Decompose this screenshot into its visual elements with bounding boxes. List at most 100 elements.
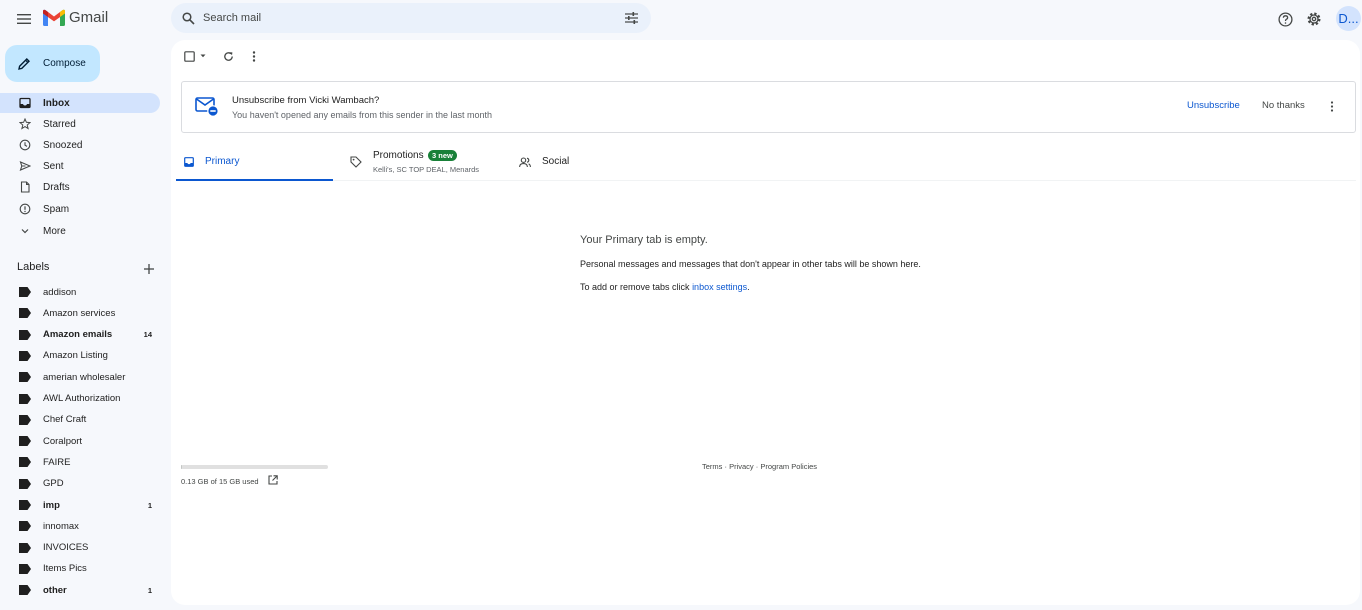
label-item[interactable]: INVOICES — [0, 539, 160, 557]
sidebar-item-label: Snoozed — [43, 139, 83, 151]
sidebar-item-inbox[interactable]: Inbox — [0, 93, 160, 113]
sidebar-item-starred[interactable]: Starred — [0, 114, 160, 134]
label-tag-icon — [19, 457, 31, 468]
sidebar-item-label: More — [43, 225, 66, 237]
main-panel: Unsubscribe from Vicki Wambach? You have… — [171, 40, 1360, 605]
inbox-settings-link[interactable]: inbox settings — [692, 282, 747, 292]
hint-prefix: To add or remove tabs click — [580, 282, 693, 292]
banner-title: Unsubscribe from Vicki Wambach? — [232, 95, 380, 106]
label-name: GPD — [43, 478, 64, 490]
account-avatar[interactable]: D... — [1336, 6, 1361, 31]
open-in-new-icon[interactable] — [267, 474, 278, 485]
label-item[interactable]: imp 1 — [0, 496, 160, 514]
more-options-icon[interactable] — [246, 48, 262, 64]
main-menu-icon[interactable] — [12, 7, 36, 31]
compose-button[interactable]: Compose — [5, 45, 100, 82]
storage-usage-fill — [181, 465, 183, 469]
label-name: Chef Craft — [43, 414, 87, 426]
add-label-icon[interactable] — [142, 262, 156, 276]
label-item[interactable]: AWL Authorization — [0, 390, 160, 408]
empty-state-hint: To add or remove tabs click inbox settin… — [580, 282, 750, 292]
help-icon[interactable] — [1273, 7, 1297, 31]
privacy-link[interactable]: Privacy — [729, 462, 754, 471]
tab-label: Social — [542, 156, 570, 167]
tab-social[interactable]: Social — [514, 143, 634, 181]
empty-state-message: Personal messages and messages that don'… — [580, 259, 921, 269]
label-tag-icon — [19, 542, 31, 553]
search-bar — [171, 3, 651, 33]
sidebar-item-label: Starred — [43, 118, 76, 130]
label-name: Coralport — [43, 435, 83, 447]
label-item[interactable]: Amazon Listing — [0, 347, 160, 365]
program-policies-link[interactable]: Program Policies — [760, 462, 817, 471]
search-options-icon[interactable] — [617, 4, 645, 32]
compose-label: Compose — [43, 58, 86, 69]
label-item[interactable]: other 1 — [0, 581, 160, 599]
label-tag-icon — [19, 521, 31, 532]
settings-gear-icon[interactable] — [1302, 7, 1326, 31]
pencil-icon — [18, 57, 30, 70]
label-item[interactable]: Amazon emails 14 — [0, 326, 160, 344]
label-item[interactable]: addison — [0, 283, 160, 301]
label-name: amerian wholesaler — [43, 371, 126, 383]
banner-subtitle: You haven't opened any emails from this … — [232, 110, 493, 120]
banner-more-icon[interactable] — [1325, 98, 1339, 114]
tag-icon — [350, 156, 362, 168]
select-checkbox[interactable] — [184, 49, 208, 63]
gmail-logo[interactable]: Gmail — [43, 9, 108, 26]
tab-label: Promotions — [373, 150, 424, 161]
sidebar-item-drafts[interactable]: Drafts — [0, 177, 160, 197]
label-item[interactable]: amerian wholesaler — [0, 368, 160, 386]
sidebar-item-more[interactable]: More — [0, 221, 160, 241]
label-tag-icon — [19, 393, 31, 404]
label-name: other — [43, 584, 67, 596]
clock-icon — [19, 139, 31, 151]
label-unread-count: 1 — [147, 500, 152, 510]
tab-label: Primary — [205, 156, 240, 167]
unsubscribe-banner: Unsubscribe from Vicki Wambach? You have… — [181, 81, 1356, 133]
label-name: innomax — [43, 520, 79, 532]
label-item[interactable]: innomax — [0, 517, 160, 535]
sidebar-item-label: Inbox — [43, 97, 70, 109]
draft-icon — [20, 181, 30, 193]
sidebar-item-label: Sent — [43, 160, 64, 172]
star-icon — [19, 118, 31, 130]
sidebar-item-sent[interactable]: Sent — [0, 156, 160, 176]
label-name: INVOICES — [43, 542, 89, 554]
label-tag-icon — [19, 436, 31, 447]
footer-links: Terms · Privacy · Program Policies — [702, 462, 817, 471]
label-item[interactable]: Chef Craft — [0, 411, 160, 429]
label-item[interactable]: FAIRE — [0, 453, 160, 471]
chevron-down-icon — [21, 229, 29, 234]
labels-header: Labels — [17, 261, 50, 273]
label-item[interactable]: Coralport — [0, 432, 160, 450]
label-tag-icon — [19, 500, 31, 510]
label-name: Items Pics — [43, 563, 87, 575]
terms-link[interactable]: Terms — [702, 462, 722, 471]
label-item[interactable]: GPD — [0, 475, 160, 493]
label-name: imp — [43, 499, 60, 511]
category-tabs: Primary Promotions 3 new Kelli's, SC TOP… — [176, 143, 1356, 181]
unsubscribe-button[interactable]: Unsubscribe — [1187, 100, 1240, 111]
top-bar: Gmail D... — [0, 0, 1362, 38]
tab-primary[interactable]: Primary — [176, 143, 333, 181]
sidebar-item-spam[interactable]: Spam — [0, 199, 160, 219]
sidebar-item-label: Drafts — [43, 181, 70, 193]
label-unread-count: 1 — [147, 585, 152, 595]
no-thanks-button[interactable]: No thanks — [1262, 100, 1305, 111]
hint-suffix: . — [747, 282, 750, 292]
sidebar-item-snoozed[interactable]: Snoozed — [0, 135, 160, 155]
label-item[interactable]: Items Pics — [0, 560, 160, 578]
label-tag-icon — [19, 585, 31, 596]
storage-usage-text: 0.13 GB of 15 GB used — [181, 477, 259, 486]
tab-senders-preview: Kelli's, SC TOP DEAL, Menards — [373, 165, 480, 174]
label-tag-icon — [19, 329, 31, 340]
search-icon[interactable] — [173, 3, 203, 33]
search-input[interactable] — [203, 12, 617, 24]
label-item[interactable]: Amazon services — [0, 304, 160, 322]
refresh-icon[interactable] — [220, 48, 236, 64]
tab-promotions[interactable]: Promotions 3 new Kelli's, SC TOP DEAL, M… — [344, 143, 504, 181]
gmail-m-icon — [43, 9, 65, 26]
label-tag-icon — [19, 350, 31, 361]
caret-down-icon — [200, 54, 206, 58]
